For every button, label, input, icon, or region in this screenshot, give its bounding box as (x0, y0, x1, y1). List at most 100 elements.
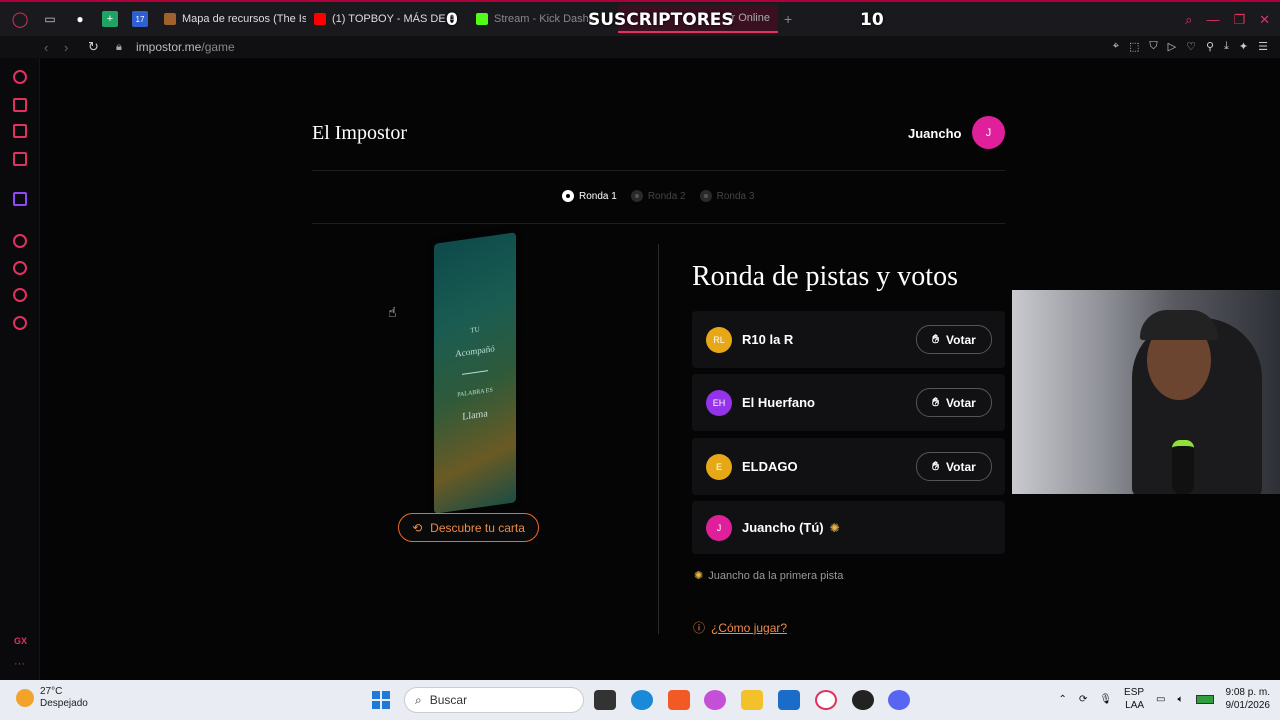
tab-youtube[interactable]: (1) TOPBOY - MÁS DE A (306, 5, 466, 33)
back-icon[interactable]: ‹ (44, 40, 60, 55)
hand-icon: ✋︎ (932, 459, 940, 473)
microphone (1172, 440, 1194, 494)
step-dot-icon (562, 190, 574, 202)
snapshot-icon[interactable]: ⬚ (1129, 40, 1139, 53)
more-icon[interactable]: ··· (14, 658, 25, 670)
clock-icon[interactable] (13, 261, 27, 275)
shield-icon[interactable]: ⛉ (1149, 40, 1157, 53)
pin-icon[interactable]: ⌖ (1113, 40, 1119, 53)
maximize-icon[interactable]: ❐ (1233, 12, 1245, 28)
card-line-2: Acompañó (455, 343, 495, 359)
vote-button[interactable]: ✋︎ Votar (916, 388, 992, 417)
windows-logo-tile (382, 691, 390, 699)
chevron-up-icon[interactable]: ⌃ (1059, 694, 1067, 705)
forward-icon[interactable]: › (64, 40, 80, 55)
twitch-icon[interactable] (13, 192, 27, 206)
extensions-icon[interactable] (13, 288, 27, 302)
player-avatar: E (706, 453, 732, 480)
clock[interactable]: 9:08 p. m. 9/01/2026 (1226, 686, 1271, 712)
discord-icon[interactable] (888, 690, 910, 710)
task-view-icon[interactable] (594, 690, 616, 710)
network-icon[interactable]: ▭ (1156, 694, 1165, 705)
player-row: E ELDAGO ✋︎ Votar (692, 438, 1005, 495)
page-title: El Impostor (312, 122, 407, 144)
reload-icon[interactable]: ↻ (88, 39, 104, 55)
download-icon[interactable]: ⤓ (1224, 40, 1229, 53)
seventeen-icon[interactable]: 17 (132, 11, 148, 27)
tab-label: (1) TOPBOY - MÁS DE A (332, 13, 456, 25)
edge-icon[interactable] (631, 690, 653, 710)
vote-label: Votar (946, 395, 976, 410)
history-icon[interactable] (13, 70, 27, 84)
weather-widget[interactable]: 27°C Despejado (16, 686, 88, 710)
reveal-card-button[interactable]: ⟲ Descubre tu carta (398, 513, 539, 542)
player-row-self: J Juancho (Tú) ✺ (692, 501, 1005, 554)
round-step-2: Ronda 2 (630, 190, 686, 202)
weather-text: 27°C Despejado (40, 686, 88, 710)
heart-icon[interactable]: ♡ (1186, 40, 1196, 53)
taskbar-search[interactable]: ⌕ Buscar (404, 687, 584, 713)
lang-2: LAA (1125, 700, 1145, 711)
round-step-3: Ronda 3 (699, 190, 754, 202)
new-tab-button[interactable]: + (784, 11, 792, 27)
vote-label: Votar (946, 459, 976, 474)
stepper-divider (312, 223, 1005, 224)
mail-icon[interactable] (13, 152, 27, 166)
vote-button[interactable]: ✋︎ Votar (916, 452, 992, 481)
outlook-icon[interactable] (778, 690, 800, 710)
hand-icon: ✋︎ (932, 332, 940, 346)
youtube-icon (314, 13, 326, 25)
sync-icon[interactable]: ⟳ (1079, 694, 1087, 705)
obs-icon[interactable] (852, 690, 874, 710)
mic-icon[interactable]: 🎙︎ (1099, 694, 1112, 705)
play-icon[interactable]: ▷ (1168, 40, 1176, 53)
mouse-cursor-icon: ☝ (388, 304, 397, 320)
start-button[interactable] (372, 691, 390, 709)
player-icon[interactable] (13, 234, 27, 248)
gx-icon[interactable]: GX (14, 636, 27, 646)
ai-icon[interactable]: ✦ (1239, 40, 1248, 53)
brave-icon[interactable] (668, 690, 690, 710)
sheets-icon[interactable]: + (102, 11, 118, 27)
gamepad-icon[interactable]: ▭ (42, 11, 58, 27)
shop-icon[interactable] (13, 98, 27, 112)
player-name: Juancho (Tú) (742, 520, 824, 535)
record-icon[interactable]: ● (72, 11, 88, 27)
vote-button[interactable]: ✋︎ Votar (916, 325, 992, 354)
ban-icon[interactable] (13, 124, 27, 138)
hand-icon: ✋︎ (932, 395, 940, 409)
tab-mapa[interactable]: Mapa de recursos (The Isl (156, 5, 306, 33)
browser-tab-bar: ◯ ▭ ● + 17 Mapa de recursos (The Isl (1)… (0, 0, 1280, 36)
url-host: impostor.me (136, 40, 202, 54)
copilot-icon[interactable] (704, 690, 726, 710)
lock-icon: 🔒︎ (116, 40, 122, 53)
user-avatar[interactable]: J (972, 116, 1005, 149)
weather-desc: Despejado (40, 698, 88, 709)
round-label: Ronda 2 (647, 190, 686, 202)
language-indicator[interactable]: ESP LAA (1124, 686, 1144, 712)
opera-logo-icon[interactable]: ◯ (12, 11, 29, 28)
user-name: Juancho (908, 126, 962, 141)
column-divider (658, 244, 659, 634)
minimize-icon[interactable]: — (1206, 12, 1219, 28)
settings-icon[interactable] (13, 316, 27, 330)
url-field[interactable]: impostor.me/game (136, 40, 235, 54)
player-avatar: EH (706, 389, 732, 416)
how-to-play-link[interactable]: ⓘ ¿Cómo jugar? (693, 619, 787, 636)
menu-icon[interactable]: ☰ (1258, 40, 1268, 53)
overlay-subscribers-label: SUSCRIPTORES (588, 10, 734, 30)
opera-gx-icon[interactable] (815, 690, 837, 710)
battery-icon[interactable] (1195, 694, 1214, 704)
player-name: R10 la R (742, 332, 794, 347)
player-avatar: RL (706, 326, 732, 353)
secret-card[interactable]: TU Acompañó PALABRA ES Llama (434, 232, 516, 514)
close-icon[interactable]: ✕ (1259, 12, 1270, 28)
windows-logo-tile (382, 701, 390, 709)
browser-sidebar: GX ··· (0, 58, 40, 680)
search-tabs-icon[interactable]: ⌕ (1185, 12, 1192, 28)
file-explorer-icon[interactable] (741, 690, 763, 710)
turn-hint-text: Juancho da la primera pista (708, 569, 844, 582)
volume-icon[interactable]: 🔈︎ (1178, 694, 1184, 705)
profile-icon[interactable]: ⚲ (1206, 40, 1214, 53)
player-avatar: J (706, 514, 732, 541)
